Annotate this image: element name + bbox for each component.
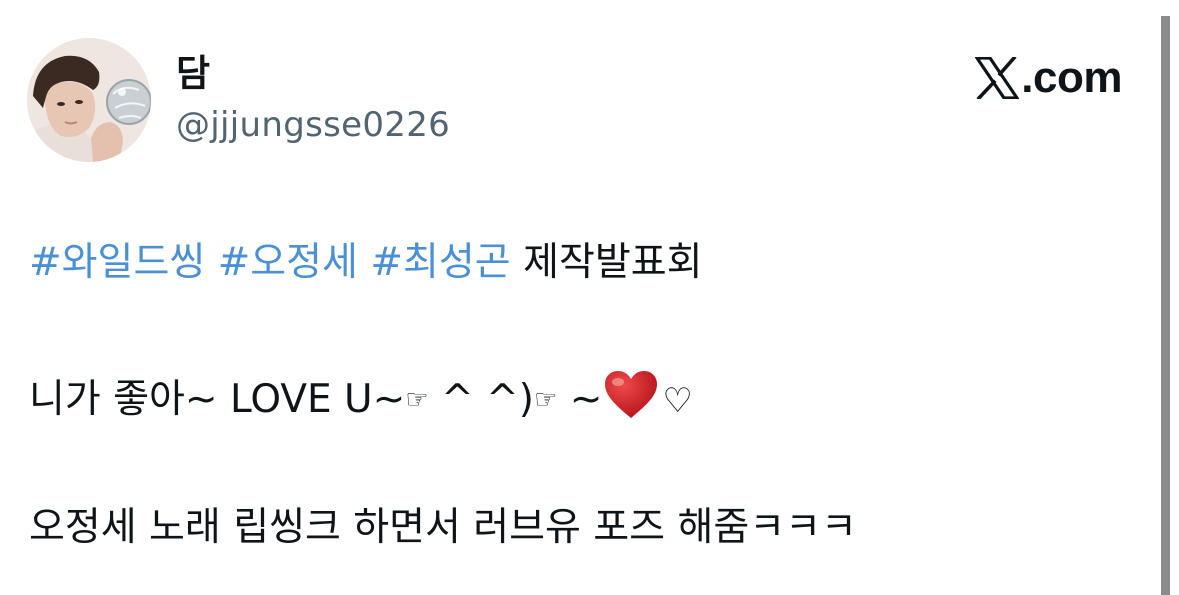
tweet-line-2: 니가 좋아~ LOVE U~☞ ^ ^)☞ ~ ♡ xyxy=(29,370,693,426)
avatar-photo xyxy=(27,38,151,162)
tweet-text: 제작발표회 xyxy=(523,240,703,285)
tweet-line-1: #와일드씽 #오정세 #최성곤 제작발표회 xyxy=(29,238,702,288)
brand-logo[interactable]: .com xyxy=(975,54,1122,102)
tweet-text: ^ ^) xyxy=(428,377,534,422)
hashtag-link[interactable]: #와일드씽 xyxy=(29,240,205,285)
avatar[interactable] xyxy=(27,38,151,162)
red-heart-icon xyxy=(605,371,658,418)
tweet-card: 담 @jjjungsse0226 .com #와일드씽 #오정세 #최성곤 제작… xyxy=(0,0,1160,595)
tweet-text: 니가 좋아~ LOVE U~ xyxy=(29,377,406,422)
x-logo-icon xyxy=(975,57,1020,99)
pointing-hand-icon: ☞ xyxy=(533,385,558,415)
hashtag-link[interactable]: #최성곤 xyxy=(370,240,510,285)
pointing-hand-icon: ☞ xyxy=(405,385,429,415)
author-handle[interactable]: @jjjungsse0226 xyxy=(176,103,450,147)
brand-label: .com xyxy=(1021,53,1122,102)
author-display-name[interactable]: 담 xyxy=(176,52,210,96)
hashtag-link[interactable]: #오정세 xyxy=(218,240,358,285)
scrollbar[interactable] xyxy=(1161,16,1170,595)
tweet-text: ~ xyxy=(557,377,603,422)
tweet-line-3: 오정세 노래 립씽크 하면서 러브유 포즈 해줌ㅋㅋㅋ xyxy=(29,505,857,550)
white-heart-icon: ♡ xyxy=(662,381,693,421)
